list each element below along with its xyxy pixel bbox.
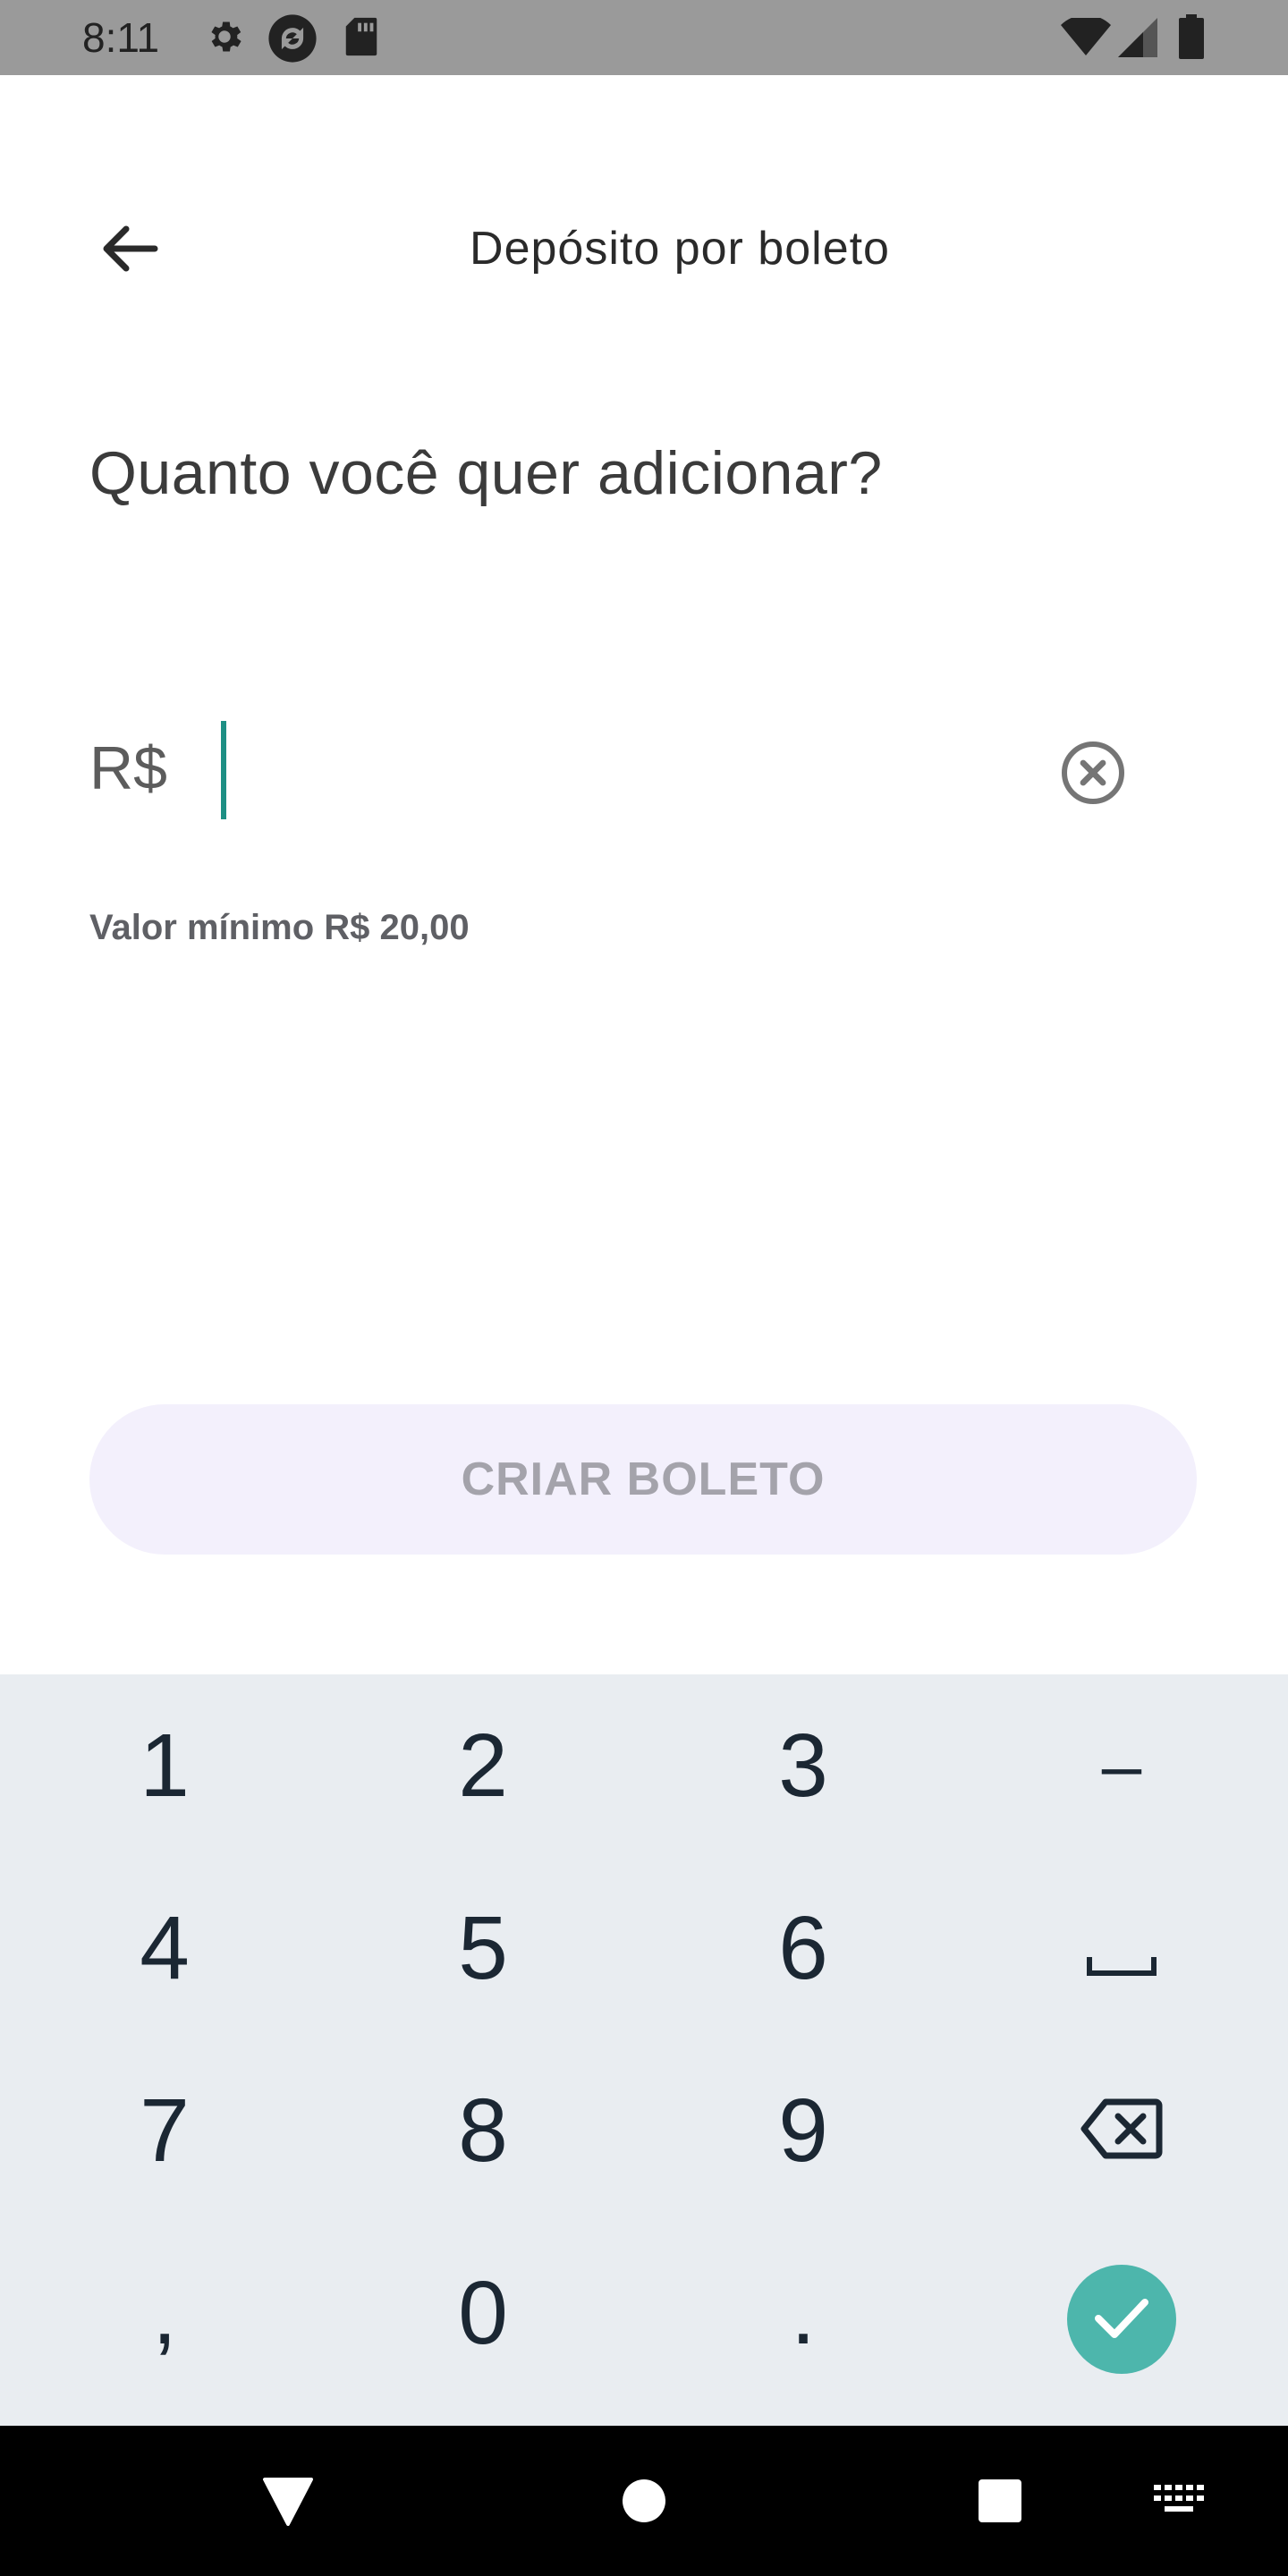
amount-input[interactable] [219,716,1006,823]
sd-card-icon [343,16,379,62]
key-4[interactable]: 4 [4,1857,326,2039]
clear-button[interactable] [1059,739,1127,807]
key-0[interactable]: 0 [322,2222,644,2404]
battery-icon [1179,14,1204,64]
key-1[interactable]: 1 [4,1674,326,1857]
amount-question: Quanto você quer adicionar? [89,439,883,507]
key-9[interactable]: 9 [642,2039,964,2222]
key-dash[interactable]: – [961,1674,1283,1857]
create-boleto-button[interactable]: CRIAR BOLETO [89,1404,1197,1555]
sync-icon [267,13,318,69]
key-7[interactable]: 7 [4,2039,326,2222]
clear-circle-icon [1059,741,1127,810]
text-caret [221,721,226,819]
key-2[interactable]: 2 [322,1674,644,1857]
check-icon [1093,2295,1150,2344]
space-bar-icon [1086,1897,1157,2000]
done-key[interactable] [1067,2265,1176,2374]
status-time: 8:11 [82,14,160,61]
key-comma[interactable]: , [4,2222,326,2404]
minimum-value-hint: Valor mínimo R$ 20,00 [89,908,470,947]
recents-square-icon[interactable] [977,2478,1023,2529]
keyboard-switch-icon[interactable] [1154,2485,1204,2521]
page-title: Depósito por boleto [470,223,890,275]
key-6[interactable]: 6 [642,1857,964,2039]
key-period[interactable]: . [642,2222,964,2404]
back-triangle-icon[interactable] [261,2476,315,2530]
key-8[interactable]: 8 [322,2039,644,2222]
status-bar: 8:11 [0,0,1288,75]
wifi-icon [1061,14,1111,62]
key-3[interactable]: 3 [642,1674,964,1857]
signal-icon [1118,18,1157,62]
currency-label: R$ [89,734,167,802]
key-space[interactable] [961,1857,1283,2039]
gear-icon [204,16,245,62]
key-backspace[interactable] [961,2039,1283,2222]
backspace-icon [1080,2080,1163,2182]
home-circle-icon[interactable] [621,2478,667,2529]
navigation-bar [0,2426,1288,2576]
key-5[interactable]: 5 [322,1857,644,2039]
